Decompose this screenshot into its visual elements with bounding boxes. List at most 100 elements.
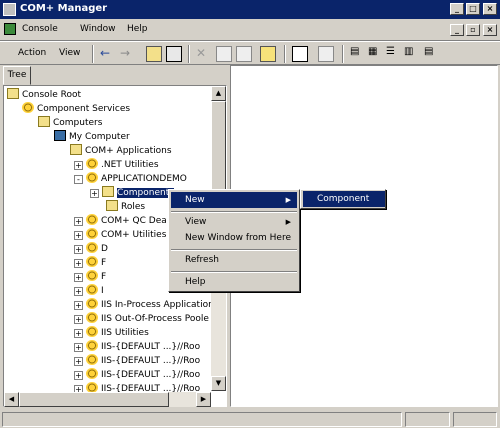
menu-bar: Console Window Help _ ▫ × [0,19,500,41]
scroll-left-icon[interactable]: ◀ [4,392,19,407]
minimize-button[interactable]: _ [450,3,464,15]
view-menu[interactable]: View [59,48,80,58]
folder-icon [70,144,82,155]
horizontal-scrollbar[interactable]: ◀ ▶ [4,392,211,407]
expand-toggle[interactable]: + [74,245,83,254]
tree-node[interactable]: APPLICATIONDEMO [86,172,187,185]
tree-node[interactable]: COM+ Applications [70,144,172,157]
expand-toggle[interactable]: + [74,161,83,170]
tree-node[interactable]: I [86,284,104,297]
expand-toggle[interactable]: + [74,287,83,296]
window-title: COM+ Manager [20,3,108,14]
child-minimize-button[interactable]: _ [450,24,464,36]
tree-node-label: IIS Out-Of-Process Poole [101,314,209,324]
tree-node[interactable]: Roles [106,200,145,213]
scroll-up-icon[interactable]: ▲ [211,86,226,101]
expand-toggle[interactable]: + [90,189,99,198]
menu-item-new-window[interactable]: New Window from Here [171,230,297,246]
scroll-right-icon[interactable]: ▶ [196,392,211,407]
submenu: Component [300,189,386,209]
tree-node[interactable]: IIS Utilities [86,326,149,339]
maximize-button[interactable]: □ [466,3,480,15]
child-close-button[interactable]: × [483,24,497,36]
tree-node-label: IIS Utilities [101,328,149,338]
toolbar: Action View ← → ✕ ▤ ▦ ☰ ▥ ▤ [0,41,500,65]
menu-console[interactable]: Console [22,24,58,34]
tree-node[interactable]: D [86,242,108,255]
tree-node[interactable]: IIS-{DEFAULT ...}//Roo [86,368,200,381]
tree-node[interactable]: Computers [38,116,102,129]
refresh-icon[interactable] [236,46,252,62]
tree-node[interactable]: COM+ QC Dea [86,214,167,227]
up-folder-icon[interactable] [146,46,162,62]
back-icon[interactable]: ← [100,46,116,62]
expand-toggle[interactable]: + [74,273,83,282]
tree-node-selected[interactable]: Components [102,186,174,199]
tree-node-label: Console Root [22,90,81,100]
scroll-thumb[interactable] [19,392,169,407]
gear-icon [86,214,98,225]
status-panel [405,412,450,427]
properties-icon[interactable] [216,46,232,62]
forward-icon[interactable]: → [120,46,136,62]
gear-icon [86,256,98,267]
tree-node-label: IIS-{DEFAULT ...}//Roo [101,356,201,366]
menu-help[interactable]: Help [127,24,148,34]
folder-icon [38,116,50,127]
tree-node[interactable]: .NET Utilities [86,158,159,171]
toolbar-separator [92,45,94,63]
gear-icon [86,298,98,309]
child-restore-button[interactable]: ▫ [466,24,480,36]
tree-node[interactable]: My Computer [54,130,130,143]
computer-icon [54,130,66,141]
menu-item-view[interactable]: View ▶ [171,214,297,230]
menu-item-refresh[interactable]: Refresh [171,252,297,268]
tree-node[interactable]: F [86,256,106,269]
context-menu: New ▶ View ▶ New Window from Here Refresh … [168,189,300,292]
status-view-icon[interactable]: ▤ [424,46,440,62]
expand-toggle[interactable]: + [74,259,83,268]
collapse-toggle[interactable]: - [74,175,83,184]
tree-node-label: COM+ Utilities [101,230,167,240]
expand-toggle[interactable]: + [74,357,83,366]
show-tree-icon[interactable] [166,46,182,62]
tree-node[interactable]: IIS In-Process Application [86,298,214,311]
small-icons-icon[interactable]: ▦ [368,46,384,62]
expand-toggle[interactable]: + [74,343,83,352]
detail-view-icon[interactable]: ▥ [404,46,420,62]
menu-item-new[interactable]: New ▶ [171,192,297,208]
tree-node[interactable]: Console Root [7,88,81,101]
help-icon[interactable] [318,46,334,62]
export-list-icon[interactable] [260,46,276,62]
expand-toggle[interactable]: + [74,217,83,226]
gear-icon [86,284,98,295]
tree-node[interactable]: COM+ Utilities [86,228,166,241]
tree-node[interactable]: IIS-{DEFAULT ...}//Roo [86,354,200,367]
tree-node[interactable]: IIS Out-Of-Process Poole [86,312,209,325]
app-icon [3,3,16,16]
action-menu[interactable]: Action [18,48,46,58]
expand-toggle[interactable]: + [74,371,83,380]
tree-node[interactable]: Component Services [22,102,130,115]
expand-toggle[interactable]: + [74,231,83,240]
gear-icon [86,158,98,169]
expand-toggle[interactable]: + [74,301,83,310]
tab-tree[interactable]: Tree [3,66,31,85]
tree-node[interactable]: IIS-{DEFAULT ...}//Roo [86,340,200,353]
status-panel [2,412,402,427]
expand-toggle[interactable]: + [74,329,83,338]
menu-separator [171,249,297,251]
tree-node[interactable]: F [86,270,106,283]
menu-item-component[interactable]: Component [303,191,385,207]
list-view-icon[interactable]: ☰ [386,46,402,62]
toolbar-separator [188,45,190,63]
menu-window[interactable]: Window [80,24,116,34]
large-icons-icon[interactable]: ▤ [350,46,366,62]
expand-toggle[interactable]: + [74,315,83,324]
menu-item-help[interactable]: Help [171,274,297,290]
close-button[interactable]: × [483,3,497,15]
new-icon[interactable] [292,46,308,62]
scroll-down-icon[interactable]: ▼ [211,376,226,391]
tree-node-label: IIS In-Process Application [101,300,214,310]
delete-icon[interactable]: ✕ [196,46,212,62]
